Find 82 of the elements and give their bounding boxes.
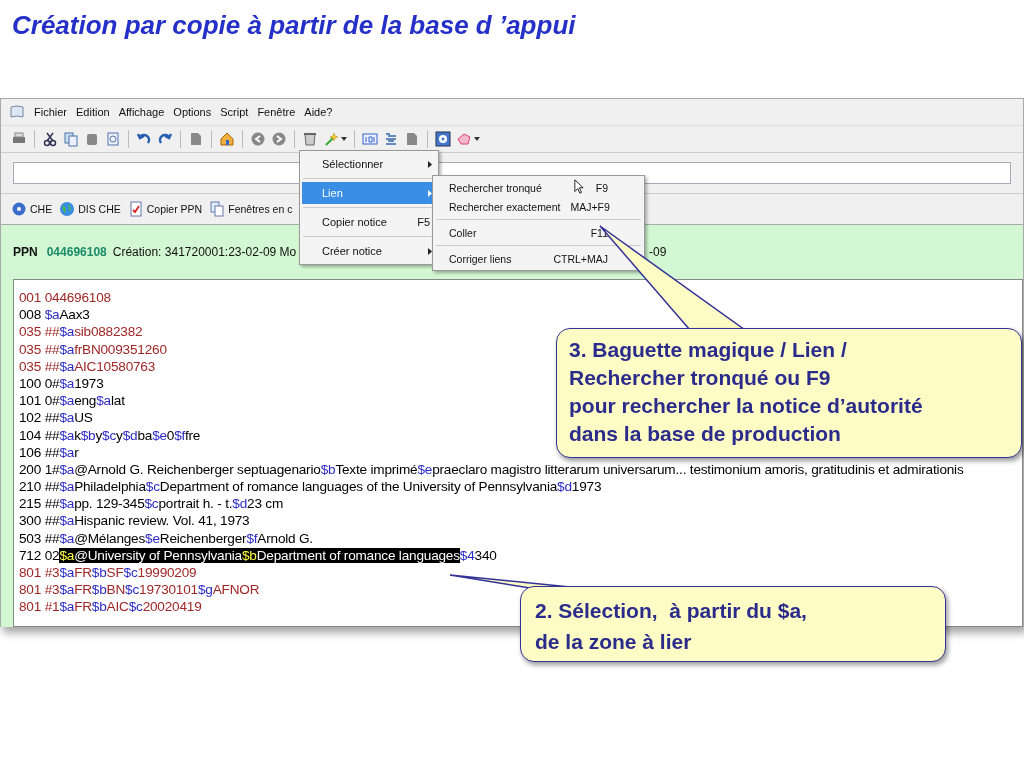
subfield[interactable]: $c19730101: [125, 582, 198, 598]
subfield[interactable]: $aFR: [59, 565, 92, 580]
subfield[interactable]: $fArnold G.: [246, 530, 313, 546]
ppn-label: PPN: [13, 245, 38, 259]
subfield[interactable]: $bTexte imprimé: [320, 461, 418, 477]
menu-item[interactable]: Fenêtre: [257, 105, 296, 119]
subfield[interactable]: $app. 129-345: [59, 496, 145, 512]
subfield[interactable]: $asib0882382: [59, 324, 143, 340]
shortcut-button[interactable]: CHE: [11, 201, 53, 217]
menu-option[interactable]: Rechercher tronqué F9: [435, 178, 642, 197]
subfield[interactable]: $by: [80, 427, 103, 443]
subfield[interactable]: $d23 cm: [232, 496, 284, 512]
shortcut-button[interactable]: DIS CHE: [59, 201, 121, 217]
record-info-end: -09: [649, 245, 667, 259]
callout-text: 3. Baguette magique / Lien / Rechercher tronqué ou F9 pour rechercher la notice d’autorité dans la base de production: [569, 337, 924, 447]
shortcut-button[interactable]: Copier PPN: [127, 201, 203, 217]
ppn-number: 044696108: [46, 245, 107, 259]
menu-option[interactable]: Rechercher exactement MAJ+F9: [435, 197, 642, 216]
subfield[interactable]: $aFR: [59, 599, 92, 615]
subfield[interactable]: $eReichenberger: [145, 530, 247, 546]
subfield[interactable]: $bSF: [91, 565, 124, 580]
field-tag: 215 ##: [19, 496, 60, 512]
subfield[interactable]: $epraeclaro magistro litterarum universarum... testimonium amoris, gratitudinis et admirationis: [417, 461, 964, 477]
subfield[interactable]: $c19990209: [123, 565, 197, 580]
subfield[interactable]: $ffre: [174, 427, 201, 443]
subfield[interactable]: $c20020419: [128, 599, 202, 615]
field-tag: 035 ##: [19, 341, 60, 357]
field-tag: 712 02: [19, 547, 60, 563]
subfield[interactable]: $aAax3: [44, 307, 90, 323]
menu-option[interactable]: Créer notice: [302, 240, 436, 262]
subfield[interactable]: $cDepartment of romance languages of the University of Pennsylvania: [145, 479, 558, 495]
subfield[interactable]: $aeng: [59, 393, 97, 409]
menu-item[interactable]: Script: [220, 105, 249, 119]
menu-option[interactable]: Copier notice F5: [302, 211, 436, 233]
field-tag: 200 1#: [19, 461, 60, 477]
subfield[interactable]: $d1973: [557, 479, 602, 495]
subfield[interactable]: $dba: [122, 427, 153, 443]
field-tag: 210 ##: [19, 479, 60, 495]
subfield[interactable]: $aFR: [59, 582, 92, 598]
subfield[interactable]: $aUS: [59, 410, 93, 426]
record-info: Création: 341720001:23-02-09 Mo: [112, 245, 297, 259]
subfield[interactable]: $aPhiladelphia: [59, 479, 146, 495]
subfield[interactable]: $a@Mélanges: [59, 530, 146, 546]
subfield[interactable]: $aAIC10580763: [59, 358, 156, 374]
field-tag: 035 ##: [19, 324, 60, 340]
field-tag: 101 0#: [19, 393, 60, 409]
subfield[interactable]: $cportrait h. - t.: [144, 496, 233, 512]
subfield[interactable]: $bBN: [91, 582, 126, 598]
subfield[interactable]: $afrBN009351260: [59, 341, 167, 357]
field-tag: 801 #3: [19, 582, 60, 598]
menu-item[interactable]: Options: [173, 105, 212, 119]
subfield[interactable]: $gAFNOR: [197, 582, 260, 598]
field-tag: 104 ##: [19, 427, 60, 443]
menu-item[interactable]: Affichage: [118, 105, 165, 119]
menu-item[interactable]: Aide?: [304, 105, 333, 119]
menu-item[interactable]: Edition: [76, 105, 110, 119]
subfield[interactable]: $bAIC: [91, 599, 129, 615]
shortcut-button[interactable]: Fenêtres en c: [209, 201, 293, 217]
subfield[interactable]: $a@Arnold G. Reichenberger septuagenario: [59, 461, 321, 477]
field-tag: 100 0#: [19, 375, 60, 391]
field-tag: 102 ##: [19, 410, 60, 426]
menu-option[interactable]: Sélectionner: [302, 153, 436, 175]
menu-item[interactable]: Fichier: [34, 105, 67, 119]
subfield[interactable]: $alat: [96, 393, 125, 409]
field-tag: 001 044696108: [19, 290, 111, 305]
field-tag: 801 #3: [19, 565, 60, 580]
subfield[interactable]: $ak: [59, 427, 81, 443]
slide-title: Création par copie à partir de la base d ’appui: [11, 9, 577, 42]
subfield[interactable]: $aHispanic review. Vol. 41, 1973: [59, 513, 250, 529]
subfield[interactable]: $ar: [59, 444, 79, 460]
subfield[interactable]: $a1973: [59, 375, 104, 391]
subfield[interactable]: $cy: [102, 427, 123, 443]
subfield[interactable]: $bDepartment of romance languages: [241, 547, 460, 563]
callout-text: 2. Sélection, à partir du $a, de la zone à lier: [535, 598, 808, 655]
field-tag: 300 ##: [19, 513, 60, 529]
subfield[interactable]: $e0: [152, 427, 175, 443]
field-tag: 035 ##: [19, 358, 60, 374]
field-tag: 503 ##: [19, 530, 60, 546]
subfield[interactable]: $a@University of Pennsylvania: [59, 547, 242, 563]
field-tag: 106 ##: [19, 444, 60, 460]
field-tag: 801 #1: [19, 599, 60, 615]
field-tag: 008: [19, 307, 45, 323]
